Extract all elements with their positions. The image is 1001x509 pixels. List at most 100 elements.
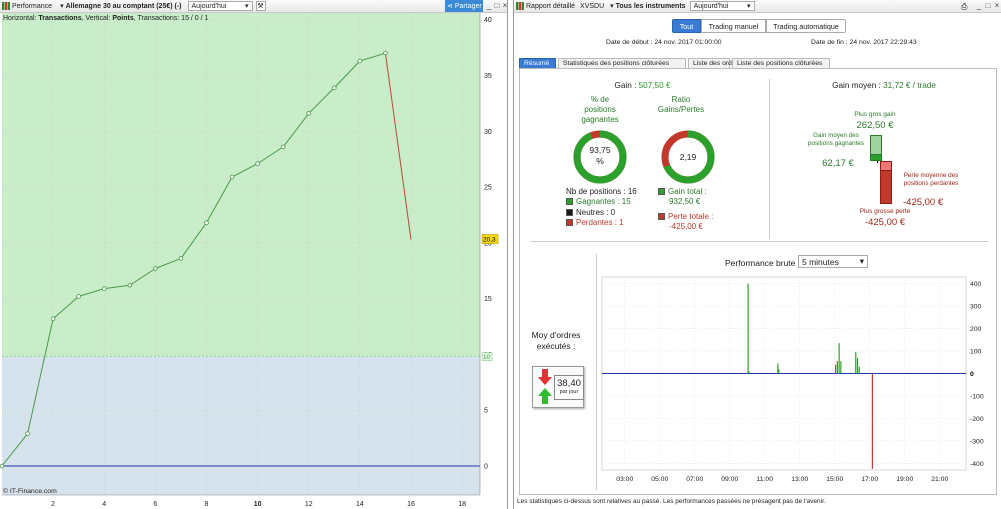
y-tick-label: 40 <box>484 17 492 24</box>
perf-bar <box>838 343 840 374</box>
plus-gros-gain-value: 262,50 € <box>856 120 894 131</box>
close-icon[interactable]: × <box>501 2 509 10</box>
pct-value: 93,75 % <box>589 145 611 166</box>
x-tick-label: 4 <box>102 501 106 508</box>
period-select[interactable]: Aujourd'hui ▾ <box>689 1 755 11</box>
perf-x-tick-label: 21:00 <box>931 476 948 483</box>
perf-x-tick-label: 17:00 <box>861 476 878 483</box>
info-vertical: Points <box>112 15 134 22</box>
minimize-icon[interactable]: _ <box>975 2 983 10</box>
perf-x-tick-label: 03:00 <box>616 476 633 483</box>
perf-chart[interactable]: 400 300 200 100 0 -100 -200 -300 -400 03:00 05:00 0… <box>598 274 998 496</box>
x-tick-label: 16 <box>407 501 415 508</box>
maximize-icon[interactable]: □ <box>493 2 501 10</box>
perf-bar <box>855 352 857 374</box>
tab-orders[interactable]: Liste des ordres <box>688 58 741 68</box>
equity-point <box>50 316 56 322</box>
chart-app-icon <box>516 2 524 10</box>
x-tick-label: 18 <box>458 501 466 508</box>
left-title: Performance <box>12 2 53 10</box>
red-square-icon <box>566 218 573 226</box>
info-mid: , Vertical: <box>81 15 113 22</box>
left-panel: Performance ▾ Allemagne 30 au comptant (… <box>0 0 508 509</box>
instrument-selector[interactable]: Allemagne 30 au comptant (25€) (-) <box>66 3 182 10</box>
gagnantes-text: Gagnantes : 15 <box>576 197 631 207</box>
info-line: Horizontal: Transactions, Vertical: Poin… <box>3 15 208 22</box>
perdantes-row: Perdantes : 1 <box>566 218 637 228</box>
disclaimer-footer: Les statistiques ci-dessus sont relative… <box>517 498 826 505</box>
gain-total-row: Gain total : <box>658 187 713 197</box>
perf-bar <box>778 369 780 374</box>
tab-closed-positions[interactable]: Liste des positions clôturées <box>732 58 830 68</box>
ratio-title: Ratio Gains/Pertes <box>657 95 705 114</box>
chevron-down-icon[interactable]: ▾ <box>610 2 614 10</box>
right-title: Rapport détaillé <box>526 2 576 10</box>
equity-point <box>306 111 312 116</box>
red-square-icon <box>658 212 665 220</box>
horizontal-divider <box>530 241 988 242</box>
wrench-icon[interactable]: ⚒ <box>255 1 266 11</box>
maximize-icon[interactable]: □ <box>984 2 992 10</box>
last-value-label: 20,3 <box>483 236 496 243</box>
equity-point <box>383 50 388 56</box>
equity-chart[interactable]: 40353025201510502468101214161820,310 <box>0 13 508 509</box>
mode-tout-button[interactable]: Tout <box>672 19 701 33</box>
gain-box-mid <box>870 154 882 161</box>
gain-total-label: Gain total : <box>668 187 707 196</box>
mode-auto-button[interactable]: Trading automatique <box>766 19 846 33</box>
minimize-icon[interactable]: _ <box>485 2 493 10</box>
perf-bar <box>858 366 860 374</box>
threshold-label: 10 <box>483 354 491 361</box>
perte-total-value: -425,00 € <box>669 221 703 231</box>
perf-x-tick-label: 15:00 <box>826 476 843 483</box>
y-tick-label: 5 <box>484 408 488 415</box>
left-titlebar: Performance ▾ Allemagne 30 au comptant (… <box>0 0 507 13</box>
perf-y-tick-label: -200 <box>970 416 984 423</box>
perf-interval-select[interactable]: 5 minutes ▾ <box>798 255 868 268</box>
share-button[interactable]: ⋖ Partager <box>445 0 483 12</box>
equity-point <box>76 294 81 299</box>
orders-card: 38,40 par jour <box>532 366 584 408</box>
perf-x-tick-label: 19:00 <box>896 476 913 483</box>
perf-bar <box>748 371 750 374</box>
perf-y-tick-label: -100 <box>970 393 984 400</box>
y-tick-label: 30 <box>484 129 492 136</box>
perte-total-row: Perte totale : <box>658 212 713 222</box>
equity-point <box>255 161 260 166</box>
date-end: Date de fin : 24 nov. 2017 22:29:43 <box>811 39 917 46</box>
perf-x-tick-label: 05:00 <box>651 476 668 483</box>
mode-manual-button[interactable]: Trading manuel <box>701 19 766 33</box>
x-tick-label: 12 <box>305 501 313 508</box>
print-icon[interactable]: ⎙ <box>961 2 967 12</box>
perf-x-tick-label: 07:00 <box>686 476 703 483</box>
close-icon[interactable]: × <box>993 2 1001 10</box>
plus-gros-gain-label: Plus gros gain <box>854 111 896 118</box>
tab-resume[interactable]: Résumé <box>519 58 556 68</box>
equity-point <box>25 431 30 436</box>
x-tick-label: 6 <box>153 501 157 508</box>
chevron-down-icon[interactable]: ▾ <box>60 2 64 10</box>
perf-bar <box>836 361 838 374</box>
perf-x-tick-label: 13:00 <box>791 476 808 483</box>
profit-zone <box>2 13 480 357</box>
chart-app-icon <box>2 2 10 10</box>
perf-y-tick-label: -300 <box>970 438 984 445</box>
instruments-selector[interactable]: Tous les instruments <box>616 3 686 10</box>
x-tick-label: 8 <box>205 501 209 508</box>
neutres-text: Neutres : 0 <box>576 207 616 217</box>
plus-grosse-perte-value: -425,00 € <box>864 217 906 228</box>
perte-total-label: Perte totale : <box>668 211 714 221</box>
period-select[interactable]: Aujourd'hui ▾ <box>187 1 253 11</box>
perf-y-tick-label: 300 <box>970 304 982 311</box>
tab-stats-positions[interactable]: Statistiques des positions clôturées <box>558 58 686 68</box>
gain-value: 507,50 € <box>638 81 671 90</box>
neutres-row: Neutres : 0 <box>566 208 637 218</box>
y-tick-label: 35 <box>484 73 492 80</box>
gain-perte-totals: Gain total : 932,50 € Perte totale : -42… <box>658 187 713 232</box>
summary-content: Gain : 507,50 € % de positions gagnantes… <box>519 68 997 495</box>
perte-moy-value: -425,00 € <box>903 197 944 208</box>
y-tick-label: 0 <box>484 463 488 470</box>
symbol-label: XVSDU <box>580 2 605 10</box>
info-horizontal: Transactions <box>38 15 82 22</box>
date-start: Date de début : 24 nov. 2017 01:00:00 <box>606 39 722 46</box>
